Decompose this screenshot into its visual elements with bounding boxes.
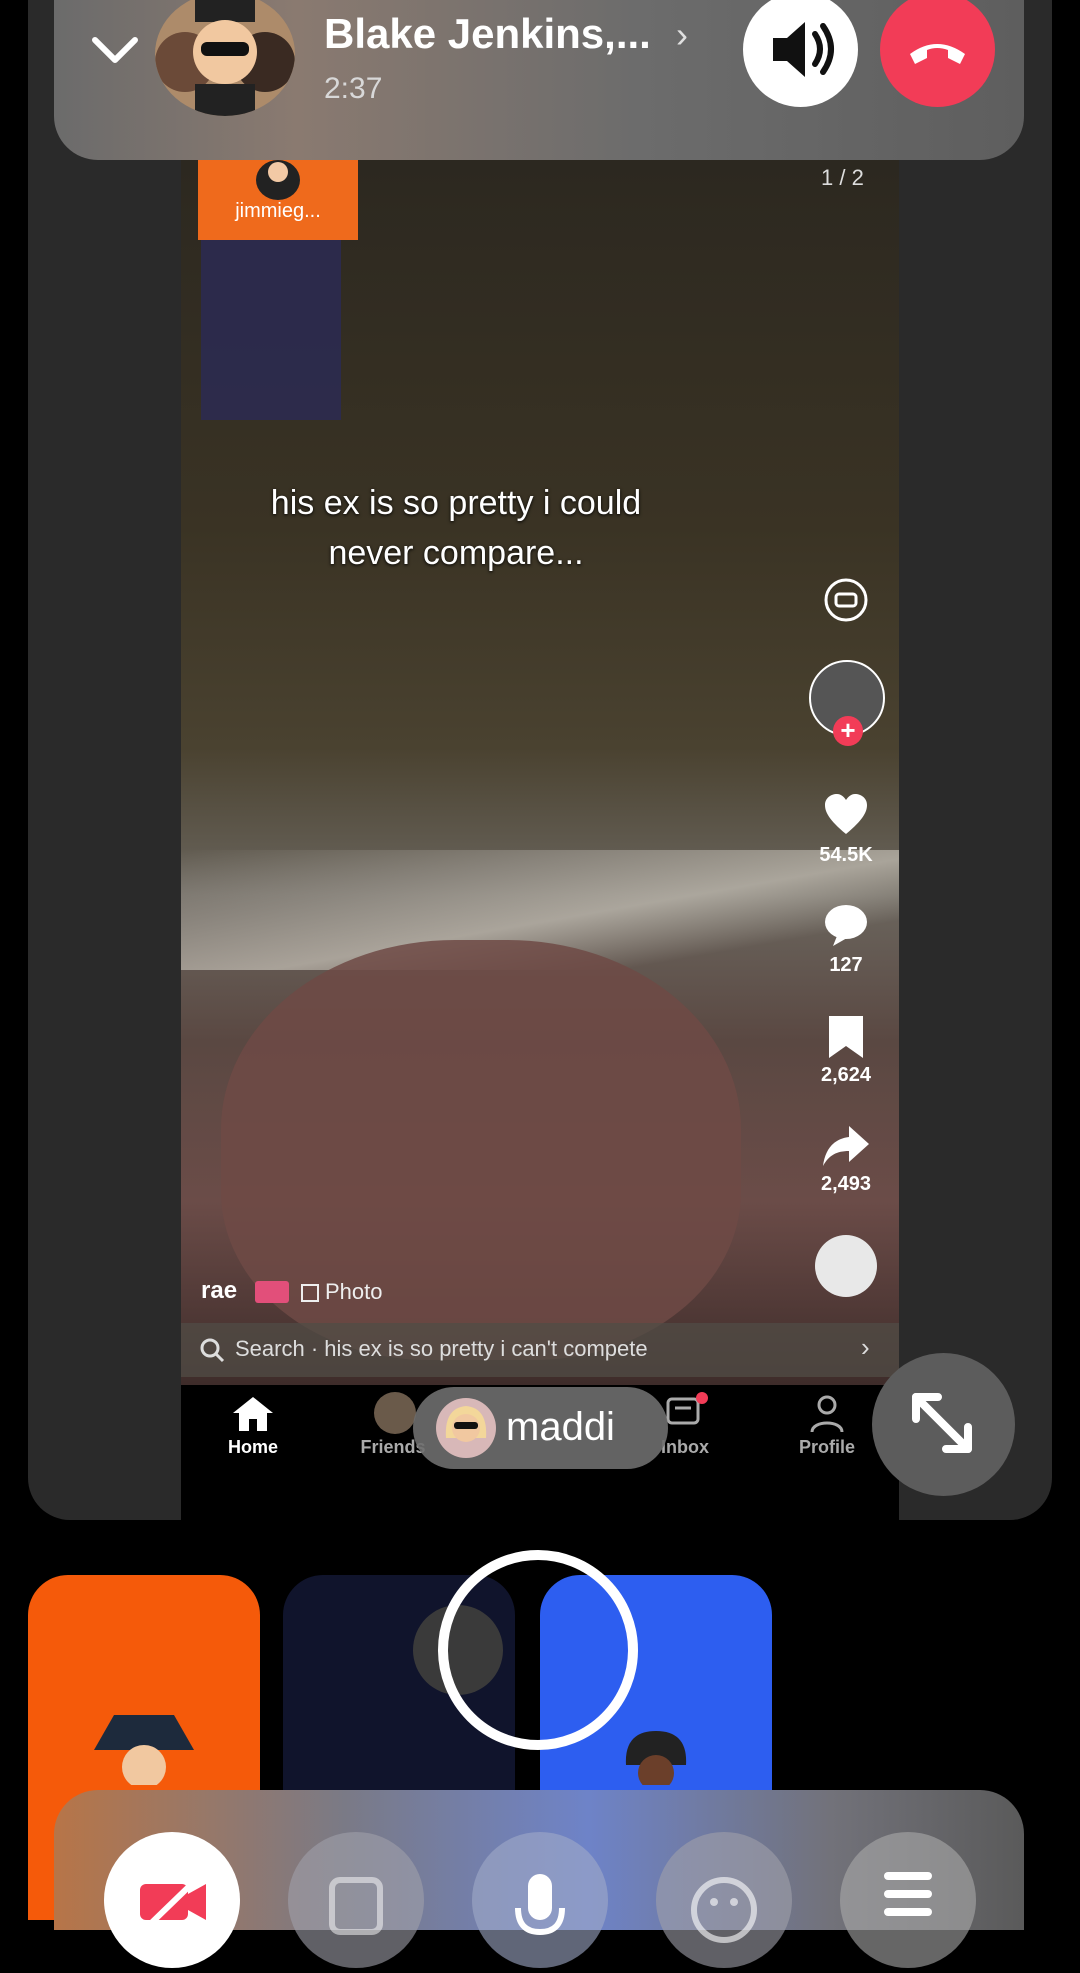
page-indicator: 1 / 2 [821, 165, 864, 190]
more-options-button[interactable] [840, 1832, 976, 1968]
caption-line-1: his ex is so pretty i could [270, 484, 642, 522]
captions-icon[interactable] [821, 575, 871, 625]
photo-tag: Photo [301, 1279, 383, 1305]
friends-avatar-icon[interactable] [374, 1392, 416, 1434]
search-suggestion-text[interactable]: Search · his ex is so pretty i can't com… [235, 1336, 648, 1362]
caller-name[interactable]: Blake Jenkins,... [324, 10, 651, 58]
heart-emoji-icon [255, 1281, 289, 1303]
emoji-icon [691, 1877, 757, 1943]
heart-icon[interactable] [821, 790, 871, 840]
likes-count: 54.5K [819, 844, 873, 866]
share-icon[interactable] [821, 1120, 871, 1170]
avatar-icon [256, 160, 300, 200]
speaker-button[interactable] [743, 0, 858, 107]
capture-ring[interactable] [438, 1550, 638, 1750]
comment-icon[interactable] [821, 900, 871, 950]
shared-screen[interactable]: jimmieg... 1 / 2 his ex is so pretty i c… [181, 160, 899, 1520]
end-call-button[interactable] [880, 0, 995, 107]
video-caption: his ex is so pretty i could never compar… [181, 478, 731, 578]
bitmoji-avatar-icon [445, 1406, 487, 1442]
bitmoji-avatar-icon [94, 1715, 194, 1785]
microphone-icon [515, 1874, 565, 1936]
bitmoji-avatar-icon [625, 1731, 687, 1785]
expand-icon [912, 1393, 972, 1453]
follow-plus-icon[interactable]: + [833, 716, 863, 746]
comments-count: 127 [829, 954, 863, 976]
sound-disc-icon[interactable] [815, 1235, 877, 1297]
chevron-right-icon: › [861, 1332, 870, 1362]
photo-icon [301, 1284, 319, 1303]
menu-icon [884, 1872, 932, 1916]
inbox-badge [696, 1392, 708, 1404]
tab-profile[interactable]: Profile [777, 1437, 877, 1458]
camera-toggle-button[interactable] [104, 1832, 240, 1968]
blurred-thumbnail [201, 240, 341, 420]
bookmark-icon[interactable] [821, 1012, 871, 1062]
participant-name: maddi [506, 1405, 615, 1449]
caption-line-2: never compare... [328, 534, 584, 572]
search-icon [200, 1338, 225, 1363]
camera-off-icon [139, 1869, 207, 1935]
speaker-icon [773, 22, 834, 77]
tab-home[interactable]: Home [203, 1437, 303, 1458]
video-face [221, 940, 741, 1360]
flip-camera-button[interactable] [288, 1832, 424, 1968]
microphone-button[interactable] [472, 1832, 608, 1968]
reactions-button[interactable] [656, 1832, 792, 1968]
shares-count: 2,493 [820, 1173, 872, 1195]
chevron-down-icon[interactable] [90, 30, 140, 70]
expand-button[interactable] [872, 1353, 1015, 1496]
inbox-icon[interactable] [665, 1396, 701, 1432]
flip-camera-icon [329, 1877, 383, 1935]
home-icon[interactable] [231, 1395, 275, 1433]
call-duration: 2:37 [324, 72, 383, 105]
thumbnail-username: jimmieg... [235, 200, 321, 222]
chevron-right-icon[interactable]: › [676, 14, 688, 56]
saves-count: 2,624 [820, 1064, 872, 1086]
participant-avatar [436, 1398, 496, 1458]
profile-icon[interactable] [809, 1394, 845, 1434]
end-call-icon [910, 44, 965, 64]
author-name[interactable]: rae [201, 1277, 237, 1305]
